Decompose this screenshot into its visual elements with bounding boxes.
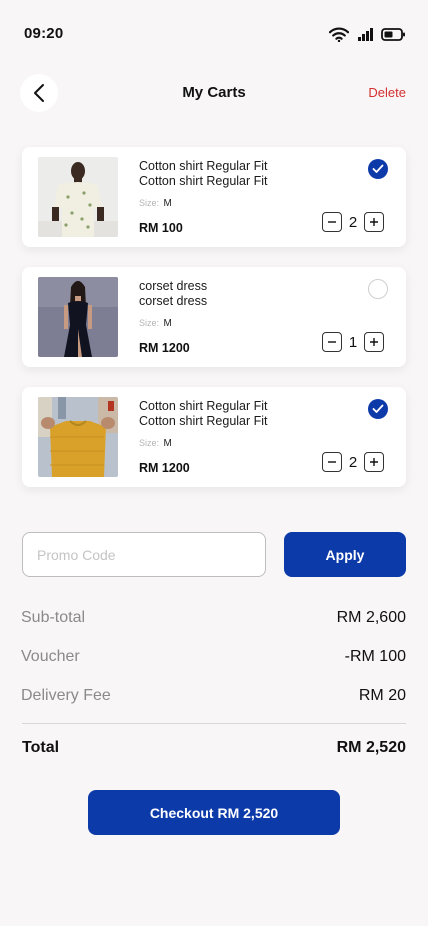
quantity-value: 2	[348, 453, 358, 471]
decrease-button[interactable]	[322, 212, 342, 232]
cart-item: Cotton shirt Regular Fit Cotton shirt Re…	[22, 387, 406, 487]
subtotal-value: RM 2,600	[336, 609, 406, 626]
subtotal-row: Sub-total RM 2,600	[21, 609, 406, 627]
product-image	[38, 157, 118, 237]
product-name: corset dress corset dress	[139, 279, 319, 309]
cart-item: Cotton shirt Regular Fit Cotton shirt Re…	[22, 147, 406, 247]
size-value: M	[163, 318, 172, 329]
decrease-button[interactable]	[322, 332, 342, 352]
subtotal-label: Sub-total	[21, 609, 86, 626]
product-name-line: Cotton shirt Regular Fit	[139, 159, 268, 173]
product-price: RM 100	[139, 221, 183, 235]
plus-icon	[370, 338, 378, 346]
check-icon	[372, 164, 384, 173]
checkout-button[interactable]: Checkout RM 2,520	[88, 790, 340, 835]
size-label: Size:	[139, 438, 160, 448]
status-time: 09:20	[24, 25, 64, 42]
size-label: Size:	[139, 198, 160, 208]
size-value: M	[163, 438, 172, 449]
increase-button[interactable]	[364, 452, 384, 472]
product-image	[38, 277, 118, 357]
plus-icon	[370, 458, 378, 466]
delivery-fee-label: Delivery Fee	[21, 687, 111, 704]
wifi-icon	[329, 27, 349, 42]
divider	[22, 723, 406, 724]
total-label: Total	[22, 739, 60, 756]
voucher-row: Voucher -RM 100	[21, 648, 406, 666]
battery-icon	[381, 27, 405, 41]
delete-button[interactable]: Delete	[368, 85, 406, 100]
check-icon	[372, 404, 384, 413]
voucher-label: Voucher	[21, 648, 80, 665]
product-name-line: Cotton shirt Regular Fit	[139, 414, 268, 428]
quantity-stepper: 2	[322, 212, 384, 232]
header: My Carts Delete	[0, 70, 428, 116]
total-value: RM 2,520	[336, 739, 406, 756]
minus-icon	[328, 221, 336, 223]
quantity-value: 2	[348, 213, 358, 231]
product-price: RM 1200	[139, 341, 190, 355]
promo-code-input[interactable]	[22, 532, 266, 577]
select-checkbox[interactable]	[368, 279, 388, 299]
quantity-stepper: 2	[322, 452, 384, 472]
cart-list: Cotton shirt Regular Fit Cotton shirt Re…	[22, 147, 406, 507]
product-name-line: Cotton shirt Regular Fit	[139, 399, 268, 413]
quantity-value: 1	[348, 333, 358, 351]
product-name-line: corset dress	[139, 294, 208, 308]
select-checkbox[interactable]	[368, 159, 388, 179]
product-image	[38, 397, 118, 477]
product-name-line: Cotton shirt Regular Fit	[139, 174, 268, 188]
voucher-value: -RM 100	[344, 648, 406, 665]
total-row: Total RM 2,520	[22, 739, 406, 757]
status-bar: 09:20	[0, 0, 428, 60]
select-checkbox[interactable]	[368, 399, 388, 419]
plus-icon	[370, 218, 378, 226]
decrease-button[interactable]	[322, 452, 342, 472]
product-price: RM 1200	[139, 461, 190, 475]
delivery-fee-value: RM 20	[358, 687, 406, 704]
product-name: Cotton shirt Regular Fit Cotton shirt Re…	[139, 399, 319, 429]
cart-item: corset dress corset dress Size: M RM 120…	[22, 267, 406, 367]
product-name-line: corset dress	[139, 279, 208, 293]
product-size: Size: M	[139, 438, 172, 449]
product-name: Cotton shirt Regular Fit Cotton shirt Re…	[139, 159, 319, 189]
minus-icon	[328, 461, 336, 463]
product-size: Size: M	[139, 198, 172, 209]
size-value: M	[163, 198, 172, 209]
increase-button[interactable]	[364, 212, 384, 232]
delivery-fee-row: Delivery Fee RM 20	[21, 687, 406, 705]
status-icons	[329, 24, 406, 44]
apply-button[interactable]: Apply	[284, 532, 406, 577]
signal-icon	[358, 27, 373, 41]
size-label: Size:	[139, 318, 160, 328]
minus-icon	[328, 341, 336, 343]
product-size: Size: M	[139, 318, 172, 329]
quantity-stepper: 1	[322, 332, 384, 352]
page-title: My Carts	[182, 84, 246, 101]
increase-button[interactable]	[364, 332, 384, 352]
